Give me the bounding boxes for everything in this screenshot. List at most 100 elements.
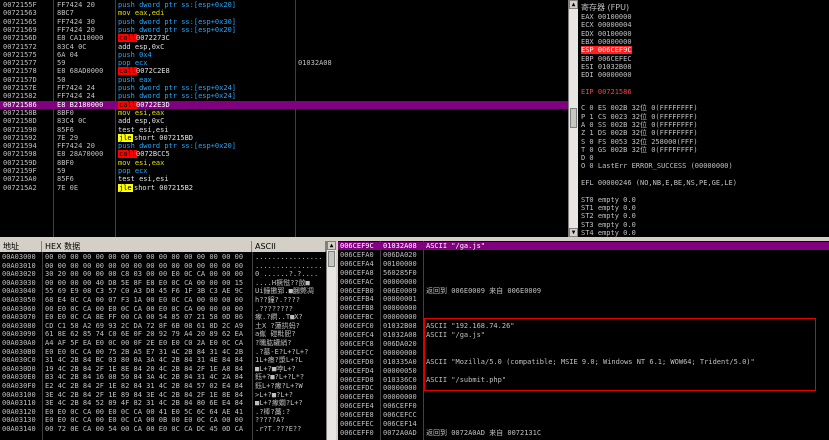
- disasm-row[interactable]: 00721582 FF7424 24 push dword ptr ss:[esp+…: [0, 92, 568, 100]
- disasm-hex: 7E 0E: [57, 183, 79, 192]
- disasm-row[interactable]: 00721577 59 pop ecx 01032A08: [0, 59, 568, 67]
- dump-ascii: .????????: [255, 304, 293, 313]
- stack-row[interactable]: 006CEFE0 00000000: [338, 393, 829, 401]
- dump-row[interactable]: 00A03030 00 00 00 00 40 D8 5E 8F E8 E0 0C…: [0, 279, 326, 287]
- dump-col-hex[interactable]: HEX 数据: [42, 241, 252, 252]
- register-line[interactable]: O 0 LastErr ERROR_SUCCESS (00000000): [581, 162, 733, 170]
- disasm-row[interactable]: 0072158D 83C4 0C add esp,0xC: [0, 117, 568, 125]
- disasm-row[interactable]: 0072157D 50 push eax: [0, 76, 568, 84]
- scroll-down-icon[interactable]: ▼: [569, 228, 578, 237]
- disasm-row[interactable]: 007215A0 85F6 test esi,esi: [0, 175, 568, 183]
- dump-row[interactable]: 00A03060 00 E0 0C CA 00 E0 0C CA 00 E0 0C…: [0, 305, 326, 313]
- stack-row[interactable]: 006CEFB4 00000001: [338, 295, 829, 303]
- dump-address: 00A030E0: [2, 373, 36, 382]
- dump-row[interactable]: 00A030E0 B3 4C 2B 84 16 08 50 84 3A 4C 2B…: [0, 373, 326, 381]
- disassembly-scrollbar[interactable]: ▲ ▼: [568, 0, 578, 237]
- register-line[interactable]: D 0: [581, 154, 594, 162]
- disasm-row[interactable]: 0072159F 59 pop ecx: [0, 167, 568, 175]
- scrollbar-thumb[interactable]: [570, 108, 577, 128]
- register-line[interactable]: EIP 00721586: [581, 88, 632, 96]
- registers-pane[interactable]: 寄存器 (FPU) EAX 00100000 ECX 00000004 EDX 00…: [578, 0, 829, 237]
- disasm-row[interactable]: 00721578 E8 68AD0000 call 0072C2E8: [0, 67, 568, 76]
- disasm-row[interactable]: 00721572 83C4 0C add esp,0xC: [0, 43, 568, 51]
- disasm-row[interactable]: 00721565 FF7424 30 push dword ptr ss:[esp+…: [0, 18, 568, 26]
- dump-row[interactable]: 00A03100 3E 4C 2B 84 2F 1E 89 84 3E 4C 2B…: [0, 391, 326, 399]
- stack-pane[interactable]: 006CEF9C 01032A08 ASCII "/ga.js" 006CEFA0 00…: [338, 241, 829, 440]
- dump-row[interactable]: 00A03080 CD C1 58 A2 69 93 2C DA 72 8F 6B…: [0, 322, 326, 330]
- dump-row[interactable]: 00A03070 E0 E0 0C CA 8E FF 00 CA 00 54 85…: [0, 313, 326, 321]
- stack-row[interactable]: 006CEFF0 0072A0AD 返回到 0072A0AD 来自 0072131C: [338, 429, 829, 437]
- dump-row[interactable]: 00A030F0 E2 4C 2B 84 2F 1E 82 84 31 4C 2B…: [0, 382, 326, 390]
- disasm-row[interactable]: 00721563 8BC7 mov eax,edi: [0, 9, 568, 17]
- dump-row[interactable]: 00A030B0 E0 E0 0C CA 00 75 2B A5 E7 31 4C…: [0, 348, 326, 356]
- register-line[interactable]: ST3 empty 0.0: [581, 221, 636, 229]
- scroll-up-icon[interactable]: ▲: [569, 0, 578, 9]
- stack-row[interactable]: 006CEFE8 006CEFCC: [338, 411, 829, 419]
- scrollbar-thumb[interactable]: [328, 251, 335, 267]
- dump-row[interactable]: 00A03140 00 72 0E CA 00 54 00 CA 00 E0 0C…: [0, 425, 326, 433]
- dump-col-ascii[interactable]: ASCII: [252, 241, 326, 252]
- disasm-row[interactable]: 00721569 FF7424 20 push dword ptr ss:[esp+…: [0, 26, 568, 34]
- register-line[interactable]: ST4 empty 0.0: [581, 229, 636, 237]
- disassembly-pane[interactable]: 0072155F FF7424 20 push dword ptr ss:[esp+…: [0, 0, 568, 237]
- register-line[interactable]: ESI 01032B08: [581, 63, 632, 71]
- disasm-instruction: push 0x4: [118, 50, 152, 59]
- register-line[interactable]: C 0 ES 002B 32位 0(FFFFFFFF): [581, 104, 698, 112]
- disasm-row[interactable]: 0072157E FF7424 24 push dword ptr ss:[esp+…: [0, 84, 568, 92]
- stack-row[interactable]: 006CEFA4 00100000: [338, 260, 829, 268]
- disasm-comment: 01032A08: [298, 59, 332, 68]
- stack-row[interactable]: 006CEFB8 00000000: [338, 304, 829, 312]
- stack-row[interactable]: 006CEFA0 006DA020: [338, 251, 829, 259]
- register-line[interactable]: EFL 00000246 (NO,NB,E,BE,NS,PE,GE,LE): [581, 179, 737, 187]
- stack-row[interactable]: 006CEFA8 560285F0: [338, 269, 829, 277]
- register-line[interactable]: EAX 00100000: [581, 13, 632, 21]
- register-line[interactable]: Z 1 DS 002B 32位 0(FFFFFFFF): [581, 129, 698, 137]
- disasm-instruction: 00722E3D: [136, 100, 170, 109]
- disasm-row[interactable]: 00721586 E8 B2180000 call 00722E3D: [0, 100, 568, 109]
- stack-row[interactable]: 006CEFE4 006CEFF0: [338, 402, 829, 410]
- register-line[interactable]: P 1 CS 0023 32位 0(FFFFFFFF): [581, 113, 698, 121]
- dump-row[interactable]: 00A03040 55 69 E9 08 C3 57 C0 A3 D8 45 F6…: [0, 287, 326, 295]
- register-line[interactable]: ESP 006CEF9C: [581, 46, 632, 55]
- stack-row[interactable]: 006CEFEC 006CEF14: [338, 420, 829, 428]
- dump-pane[interactable]: 00A03000 00 00 00 00 00 00 00 00 00 00 00…: [0, 252, 326, 440]
- disasm-row[interactable]: 0072155F FF7424 20 push dword ptr ss:[esp+…: [0, 1, 568, 9]
- register-line[interactable]: EBP 006CEFEC: [581, 55, 632, 63]
- disasm-row[interactable]: 00721592 7E 29 jle short 007215BD: [0, 133, 568, 142]
- dump-row[interactable]: 00A03130 E0 E0 0C CA 00 E0 0C CA 00 0B 00…: [0, 416, 326, 424]
- disasm-row[interactable]: 00721590 85F6 test esi,esi: [0, 126, 568, 134]
- disasm-row[interactable]: 0072156D E8 CA110000 call 0072273C: [0, 34, 568, 43]
- dump-row[interactable]: 00A03090 61 8E 62 85 74 C0 6E 0F 20 92 79…: [0, 330, 326, 338]
- dump-row[interactable]: 00A030D0 19 4C 2B 84 2F 1E 8E 84 20 4C 2B…: [0, 365, 326, 373]
- dump-col-address[interactable]: 地址: [0, 241, 42, 252]
- register-line[interactable]: ST1 empty 0.0: [581, 204, 636, 212]
- dump-scrollbar[interactable]: ▲: [326, 241, 336, 440]
- stack-row[interactable]: 006CEFB0 006E0009 返回到 006E0009 来自 006E0009: [338, 287, 829, 295]
- disasm-row[interactable]: 00721598 E8 28A70000 call 0072BCC5: [0, 150, 568, 159]
- stack-row[interactable]: 006CEFAC 00000000: [338, 278, 829, 286]
- register-line[interactable]: ST0 empty 0.0: [581, 196, 636, 204]
- dump-row[interactable]: 00A03120 E0 E0 0C CA 00 E0 0C CA 00 41 E0…: [0, 408, 326, 416]
- dump-row[interactable]: 00A03050 68 E4 0C CA 00 07 F3 1A 00 E0 0C…: [0, 296, 326, 304]
- register-line[interactable]: T 0 GS 002B 32位 0(FFFFFFFF): [581, 146, 698, 154]
- dump-row[interactable]: 00A03020 30 20 00 00 00 00 C8 03 00 00 E0…: [0, 270, 326, 278]
- scroll-up-icon[interactable]: ▲: [327, 241, 336, 250]
- disasm-row[interactable]: 00721575 6A 04 push 0x4: [0, 51, 568, 59]
- disasm-row[interactable]: 00721594 FF7424 20 push dword ptr ss:[esp+…: [0, 142, 568, 150]
- register-line[interactable]: EDI 00000000: [581, 71, 632, 79]
- dump-row[interactable]: 00A03110 3E 4C 2B 84 52 89 4F 82 31 4C 2B…: [0, 399, 326, 407]
- register-line[interactable]: S 0 FS 0053 32位 258000(FFF): [581, 138, 698, 146]
- register-line[interactable]: ECX 00000004: [581, 21, 632, 29]
- register-line[interactable]: EBX 00000000: [581, 38, 632, 46]
- disasm-row[interactable]: 0072159D 8BF0 mov esi,eax: [0, 159, 568, 167]
- dump-row[interactable]: 00A03010 00 00 00 00 00 00 00 00 00 00 00…: [0, 262, 326, 270]
- register-line[interactable]: ST2 empty 0.0: [581, 212, 636, 220]
- dump-row[interactable]: 00A030A0 A4 AF 5F EA E0 0C 00 0F 2E E0 E0…: [0, 339, 326, 347]
- dump-row[interactable]: 00A03000 00 00 00 00 00 00 00 00 00 00 00…: [0, 253, 326, 261]
- dump-row[interactable]: 00A030C0 31 4C 2B 84 BC 03 80 0A 3A 4C 2B…: [0, 356, 326, 364]
- disasm-row[interactable]: 0072158B 8BF0 mov esi,eax: [0, 109, 568, 117]
- register-line[interactable]: EDX 00100000: [581, 30, 632, 38]
- register-line[interactable]: A 0 SS 002B 32位 0(FFFFFFFF): [581, 121, 698, 129]
- stack-row[interactable]: 006CEF9C 01032A08 ASCII "/ga.js": [338, 242, 829, 250]
- disasm-row[interactable]: 007215A2 7E 0E jle short 007215B2: [0, 183, 568, 192]
